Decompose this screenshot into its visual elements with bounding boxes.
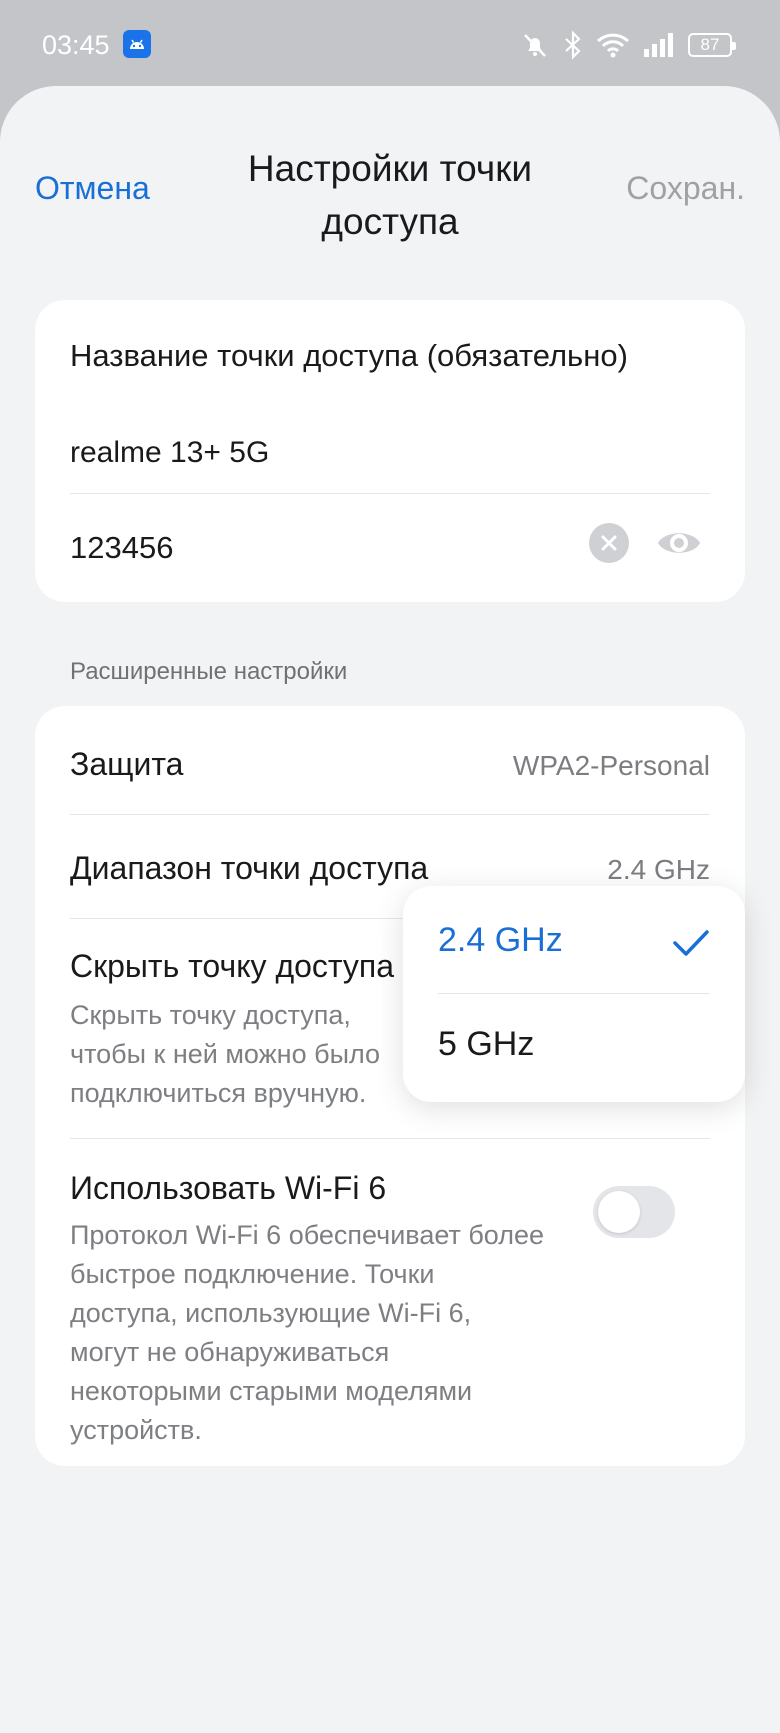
eye-icon[interactable] [655,522,703,564]
android-icon [123,30,151,58]
divider [70,814,710,815]
wifi6-toggle[interactable] [593,1186,675,1238]
band-option-5ghz[interactable]: 5 GHz [438,1025,534,1064]
hotspot-name-input[interactable]: realme 13+ 5G [70,436,269,470]
divider [438,993,710,994]
page-title: Настройки точки доступа [247,148,533,242]
check-icon [672,928,710,958]
band-label: Диапазон точки доступа [70,850,429,886]
clear-icon[interactable] [589,523,629,563]
status-bar: 03:45 87 [0,0,780,90]
hide-hotspot-label: Скрыть точку доступа [70,948,395,984]
wifi6-description: Протокол Wi-Fi 6 обеспечивает более быст… [70,1220,545,1445]
cancel-button[interactable]: Отмена [35,170,150,207]
hotspot-credentials-card: Название точки доступа (обязательно) rea… [35,300,745,602]
security-value: WPA2-Personal [512,750,710,781]
battery-icon: 87 [688,33,736,57]
divider [70,1138,710,1139]
mute-icon [524,34,546,57]
advanced-settings-caption: Расширенные настройки [70,658,348,685]
save-button[interactable]: Сохран. [626,170,745,207]
band-dropdown: 2.4 GHz 5 GHz [403,886,745,1102]
password-input[interactable]: 123456 [70,530,173,566]
status-icons: 87 [520,28,736,62]
hide-hotspot-description: Скрыть точку доступа, чтобы к ней можно … [70,1000,381,1108]
status-time: 03:45 [42,30,110,60]
wifi6-label: Использовать Wi-Fi 6 [70,1170,387,1206]
toggle-knob [598,1191,640,1233]
security-label: Защита [70,746,184,782]
band-option-2-4ghz[interactable]: 2.4 GHz [438,921,563,960]
signal-icon [644,33,673,57]
hotspot-name-label: Название точки доступа (обязательно) [70,338,628,373]
bluetooth-icon [565,30,581,60]
band-value: 2.4 GHz [607,854,710,885]
wifi-icon [596,33,630,58]
divider [70,493,710,494]
